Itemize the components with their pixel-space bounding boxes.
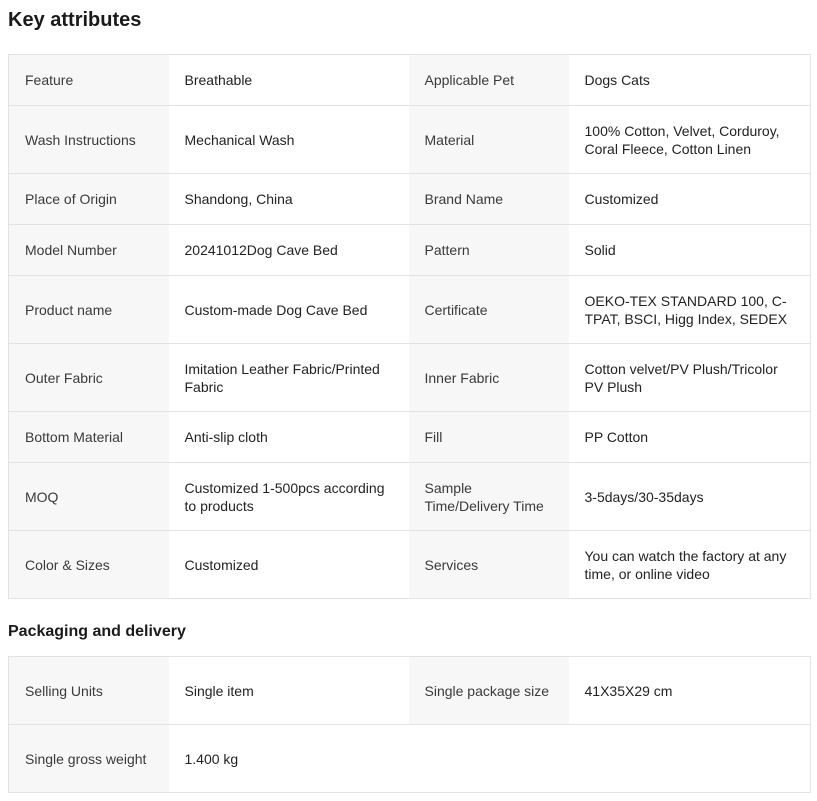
attribute-value-text: 100% Cotton, Velvet, Corduroy, Coral Fle… [584,122,780,157]
attribute-key: Fill [408,411,569,463]
attribute-value: 1.400 kg [168,724,409,793]
attribute-row: Selling Units Single item Single package… [8,656,811,725]
attribute-row: Product name Custom-made Dog Cave Bed Ce… [8,275,811,344]
attribute-value: Customized [568,173,811,225]
attribute-key: Certificate [408,275,569,344]
attribute-value [408,724,569,793]
packaging-table: Selling Units Single item Single package… [8,656,811,793]
attribute-value: Customized [168,530,409,599]
attribute-key: Single gross weight [8,724,169,793]
attribute-row: Feature Breathable Applicable Pet Dogs C… [8,54,811,106]
attribute-key: Product name [8,275,169,344]
attribute-row: Outer Fabric Imitation Leather Fabric/Pr… [8,343,811,412]
attribute-value: 100% Cotton, Velvet, Corduroy, Coral Fle… [568,105,811,174]
attribute-key: Applicable Pet [408,54,569,106]
attribute-row: Model Number 20241012Dog Cave Bed Patter… [8,224,811,276]
key-attributes-table: Feature Breathable Applicable Pet Dogs C… [8,54,811,599]
attribute-key: Sample Time/Delivery Time [408,462,569,531]
attribute-key: Outer Fabric [8,343,169,412]
attribute-row: Wash Instructions Mechanical Wash Materi… [8,105,811,174]
attribute-key: Wash Instructions [8,105,169,174]
attribute-key: Place of Origin [8,173,169,225]
attribute-value: Shandong, China [168,173,409,225]
attribute-value: Dogs Cats [568,54,811,106]
attribute-value: Customized 1-500pcs according to product… [168,462,409,531]
attribute-key: Feature [8,54,169,106]
attribute-key: Model Number [8,224,169,276]
attribute-value: Single item [168,656,409,725]
attribute-key: MOQ [8,462,169,531]
attribute-value: Breathable [168,54,409,106]
attribute-value-text: Cotton velvet/PV Plush/Tricolor PV Plush [584,360,778,395]
attribute-value: OEKO-TEX STANDARD 100, C-TPAT, BSCI, Hig… [568,275,811,344]
attribute-value-text: OEKO-TEX STANDARD 100, C-TPAT, BSCI, Hig… [584,292,788,327]
attribute-row: Place of Origin Shandong, China Brand Na… [8,173,811,225]
attribute-key: Pattern [408,224,569,276]
key-attributes-title: Key attributes [8,9,142,31]
attribute-key: Services [408,530,569,599]
attribute-value: Anti-slip cloth [168,411,409,463]
attribute-value: Imitation Leather Fabric/Printed Fabric [168,343,409,412]
attribute-key: Material [408,105,569,174]
attribute-key: Selling Units [8,656,169,725]
attribute-value: Cotton velvet/PV Plush/Tricolor PV Plush [568,343,811,412]
attribute-key: Single package size [408,656,569,725]
packaging-title: Packaging and delivery [8,623,186,640]
attribute-row: MOQ Customized 1-500pcs according to pro… [8,462,811,531]
attribute-key: Color & Sizes [8,530,169,599]
attribute-value: 20241012Dog Cave Bed [168,224,409,276]
attribute-value: Mechanical Wash [168,105,409,174]
attribute-row: Single gross weight 1.400 kg [8,724,811,793]
attribute-value: Solid [568,224,811,276]
attribute-value [568,724,811,793]
attribute-value: 41X35X29 cm [568,656,811,725]
attribute-key: Brand Name [408,173,569,225]
attribute-value-text: Imitation Leather Fabric/Printed Fabric [184,360,380,395]
attribute-key: Bottom Material [8,411,169,463]
attribute-value: 3-5days/30-35days [568,462,811,531]
attribute-row: Color & Sizes Customized Services You ca… [8,530,811,599]
attribute-value: PP Cotton [568,411,811,463]
attribute-key: Inner Fabric [408,343,569,412]
attribute-value: You can watch the factory at any time, o… [568,530,811,599]
attribute-row: Bottom Material Anti-slip cloth Fill PP … [8,411,811,463]
attribute-value: Custom-made Dog Cave Bed [168,275,409,344]
